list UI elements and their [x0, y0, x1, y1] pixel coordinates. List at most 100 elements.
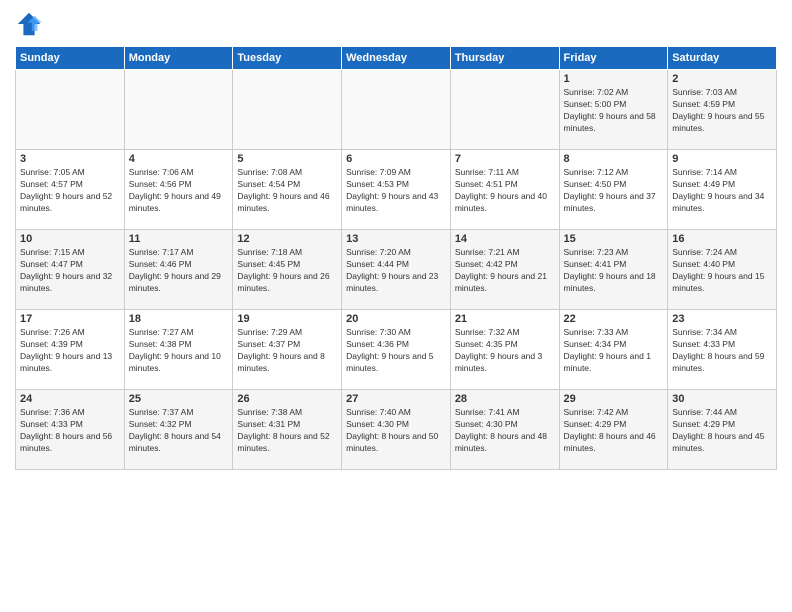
- day-cell: [124, 70, 233, 150]
- day-info: Sunrise: 7:06 AM Sunset: 4:56 PM Dayligh…: [129, 167, 221, 213]
- day-info: Sunrise: 7:14 AM Sunset: 4:49 PM Dayligh…: [672, 167, 764, 213]
- day-number: 26: [237, 393, 337, 405]
- day-cell: 30 Sunrise: 7:44 AM Sunset: 4:29 PM Dayli…: [668, 390, 777, 470]
- day-info: Sunrise: 7:40 AM Sunset: 4:30 PM Dayligh…: [346, 407, 438, 453]
- col-header-monday: Monday: [124, 47, 233, 70]
- week-row-1: 3 Sunrise: 7:05 AM Sunset: 4:57 PM Daylig…: [16, 150, 777, 230]
- day-info: Sunrise: 7:36 AM Sunset: 4:33 PM Dayligh…: [20, 407, 112, 453]
- day-cell: [450, 70, 559, 150]
- col-header-wednesday: Wednesday: [342, 47, 451, 70]
- day-cell: 17 Sunrise: 7:26 AM Sunset: 4:39 PM Dayli…: [16, 310, 125, 390]
- day-number: 22: [564, 313, 664, 325]
- day-number: 17: [20, 313, 120, 325]
- day-number: 28: [455, 393, 555, 405]
- day-cell: 3 Sunrise: 7:05 AM Sunset: 4:57 PM Daylig…: [16, 150, 125, 230]
- day-cell: 19 Sunrise: 7:29 AM Sunset: 4:37 PM Dayli…: [233, 310, 342, 390]
- day-info: Sunrise: 7:32 AM Sunset: 4:35 PM Dayligh…: [455, 327, 542, 373]
- calendar-table: SundayMondayTuesdayWednesdayThursdayFrid…: [15, 46, 777, 470]
- day-cell: 25Sunrise: 7:37 AM Sunset: 4:32 PM Dayli…: [124, 390, 233, 470]
- day-number: 8: [564, 153, 664, 165]
- logo-icon: [15, 10, 43, 38]
- week-row-4: 24 Sunrise: 7:36 AM Sunset: 4:33 PM Dayli…: [16, 390, 777, 470]
- page: SundayMondayTuesdayWednesdayThursdayFrid…: [0, 0, 792, 612]
- day-number: 3: [20, 153, 120, 165]
- day-info: Sunrise: 7:05 AM Sunset: 4:57 PM Dayligh…: [20, 167, 112, 213]
- day-info: Sunrise: 7:08 AM Sunset: 4:54 PM Dayligh…: [237, 167, 329, 213]
- day-info: Sunrise: 7:27 AM Sunset: 4:38 PM Dayligh…: [129, 327, 221, 373]
- day-cell: 1 Sunrise: 7:02 AM Sunset: 5:00 PM Daylig…: [559, 70, 668, 150]
- day-cell: 6 Sunrise: 7:09 AM Sunset: 4:53 PM Daylig…: [342, 150, 451, 230]
- day-number: 14: [455, 233, 555, 245]
- day-number: 4: [129, 153, 229, 165]
- day-cell: 8 Sunrise: 7:12 AM Sunset: 4:50 PM Daylig…: [559, 150, 668, 230]
- day-cell: [342, 70, 451, 150]
- day-number: 2: [672, 73, 772, 85]
- week-row-2: 10 Sunrise: 7:15 AM Sunset: 4:47 PM Dayli…: [16, 230, 777, 310]
- day-cell: 18Sunrise: 7:27 AM Sunset: 4:38 PM Dayli…: [124, 310, 233, 390]
- day-cell: 9 Sunrise: 7:14 AM Sunset: 4:49 PM Daylig…: [668, 150, 777, 230]
- day-info: Sunrise: 7:02 AM Sunset: 5:00 PM Dayligh…: [564, 87, 656, 133]
- day-info: Sunrise: 7:11 AM Sunset: 4:51 PM Dayligh…: [455, 167, 547, 213]
- header-row: SundayMondayTuesdayWednesdayThursdayFrid…: [16, 47, 777, 70]
- day-number: 12: [237, 233, 337, 245]
- week-row-0: 1 Sunrise: 7:02 AM Sunset: 5:00 PM Daylig…: [16, 70, 777, 150]
- day-cell: 15 Sunrise: 7:23 AM Sunset: 4:41 PM Dayli…: [559, 230, 668, 310]
- day-info: Sunrise: 7:15 AM Sunset: 4:47 PM Dayligh…: [20, 247, 112, 293]
- day-cell: 28 Sunrise: 7:41 AM Sunset: 4:30 PM Dayli…: [450, 390, 559, 470]
- day-cell: 22 Sunrise: 7:33 AM Sunset: 4:34 PM Dayli…: [559, 310, 668, 390]
- day-number: 21: [455, 313, 555, 325]
- day-number: 9: [672, 153, 772, 165]
- day-number: 11: [129, 233, 229, 245]
- day-cell: 24 Sunrise: 7:36 AM Sunset: 4:33 PM Dayli…: [16, 390, 125, 470]
- day-number: 29: [564, 393, 664, 405]
- day-cell: 10 Sunrise: 7:15 AM Sunset: 4:47 PM Dayli…: [16, 230, 125, 310]
- day-cell: 23Sunrise: 7:34 AM Sunset: 4:33 PM Dayli…: [668, 310, 777, 390]
- day-info: Sunrise: 7:09 AM Sunset: 4:53 PM Dayligh…: [346, 167, 438, 213]
- day-number: 25: [129, 393, 229, 405]
- day-cell: 2Sunrise: 7:03 AM Sunset: 4:59 PM Daylig…: [668, 70, 777, 150]
- day-number: 1: [564, 73, 664, 85]
- day-number: 30: [672, 393, 772, 405]
- day-number: 7: [455, 153, 555, 165]
- day-cell: 20Sunrise: 7:30 AM Sunset: 4:36 PM Dayli…: [342, 310, 451, 390]
- day-cell: 5Sunrise: 7:08 AM Sunset: 4:54 PM Daylig…: [233, 150, 342, 230]
- col-header-saturday: Saturday: [668, 47, 777, 70]
- day-info: Sunrise: 7:12 AM Sunset: 4:50 PM Dayligh…: [564, 167, 656, 213]
- day-cell: 29 Sunrise: 7:42 AM Sunset: 4:29 PM Dayli…: [559, 390, 668, 470]
- day-info: Sunrise: 7:17 AM Sunset: 4:46 PM Dayligh…: [129, 247, 221, 293]
- day-number: 16: [672, 233, 772, 245]
- day-info: Sunrise: 7:33 AM Sunset: 4:34 PM Dayligh…: [564, 327, 651, 373]
- col-header-thursday: Thursday: [450, 47, 559, 70]
- day-info: Sunrise: 7:41 AM Sunset: 4:30 PM Dayligh…: [455, 407, 547, 453]
- col-header-tuesday: Tuesday: [233, 47, 342, 70]
- day-cell: 13 Sunrise: 7:20 AM Sunset: 4:44 PM Dayli…: [342, 230, 451, 310]
- day-number: 13: [346, 233, 446, 245]
- header: [15, 10, 777, 38]
- day-info: Sunrise: 7:38 AM Sunset: 4:31 PM Dayligh…: [237, 407, 329, 453]
- day-info: Sunrise: 7:23 AM Sunset: 4:41 PM Dayligh…: [564, 247, 656, 293]
- day-cell: 21 Sunrise: 7:32 AM Sunset: 4:35 PM Dayli…: [450, 310, 559, 390]
- day-cell: 4 Sunrise: 7:06 AM Sunset: 4:56 PM Daylig…: [124, 150, 233, 230]
- day-number: 6: [346, 153, 446, 165]
- day-info: Sunrise: 7:21 AM Sunset: 4:42 PM Dayligh…: [455, 247, 547, 293]
- day-number: 10: [20, 233, 120, 245]
- logo: [15, 10, 47, 38]
- day-cell: 16 Sunrise: 7:24 AM Sunset: 4:40 PM Dayli…: [668, 230, 777, 310]
- day-info: Sunrise: 7:24 AM Sunset: 4:40 PM Dayligh…: [672, 247, 764, 293]
- day-cell: 7 Sunrise: 7:11 AM Sunset: 4:51 PM Daylig…: [450, 150, 559, 230]
- day-info: Sunrise: 7:42 AM Sunset: 4:29 PM Dayligh…: [564, 407, 656, 453]
- day-info: Sunrise: 7:18 AM Sunset: 4:45 PM Dayligh…: [237, 247, 329, 293]
- day-number: 24: [20, 393, 120, 405]
- day-info: Sunrise: 7:26 AM Sunset: 4:39 PM Dayligh…: [20, 327, 112, 373]
- day-number: 19: [237, 313, 337, 325]
- day-info: Sunrise: 7:20 AM Sunset: 4:44 PM Dayligh…: [346, 247, 438, 293]
- day-info: Sunrise: 7:44 AM Sunset: 4:29 PM Dayligh…: [672, 407, 764, 453]
- day-number: 15: [564, 233, 664, 245]
- day-info: Sunrise: 7:29 AM Sunset: 4:37 PM Dayligh…: [237, 327, 324, 373]
- day-number: 27: [346, 393, 446, 405]
- col-header-friday: Friday: [559, 47, 668, 70]
- week-row-3: 17 Sunrise: 7:26 AM Sunset: 4:39 PM Dayli…: [16, 310, 777, 390]
- day-cell: [233, 70, 342, 150]
- day-cell: [16, 70, 125, 150]
- day-cell: 26 Sunrise: 7:38 AM Sunset: 4:31 PM Dayli…: [233, 390, 342, 470]
